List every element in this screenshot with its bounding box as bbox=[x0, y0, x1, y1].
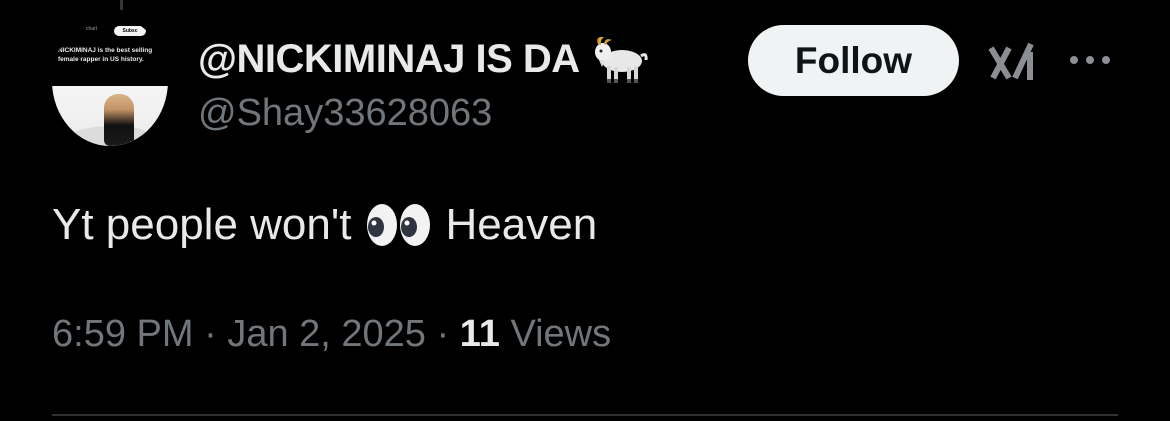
author-display-name[interactable]: @NICKIMINAJ IS DA bbox=[198, 34, 650, 84]
avatar-mini-name: chart bbox=[86, 26, 98, 32]
views-count: 11 bbox=[459, 313, 500, 355]
more-horizontal-icon[interactable] bbox=[1066, 52, 1114, 68]
views-label: Views bbox=[510, 313, 612, 355]
follow-button[interactable]: Follow bbox=[748, 25, 959, 96]
eyes-icon bbox=[366, 204, 430, 246]
avatar-mini-button: Subsc bbox=[114, 26, 146, 36]
meta-separator: · bbox=[204, 313, 217, 355]
avatar-figure bbox=[104, 94, 134, 146]
tweet-date[interactable]: Jan 2, 2025 bbox=[227, 313, 426, 355]
avatar[interactable]: chart Subsc NICKIMINAJ is the best selli… bbox=[52, 16, 168, 146]
goat-icon bbox=[594, 36, 648, 83]
tweet-time[interactable]: 6:59 PM bbox=[52, 313, 194, 355]
tweet-text-before: Yt people won't bbox=[52, 200, 352, 249]
author-handle[interactable]: @Shay33628063 bbox=[198, 92, 492, 135]
author-display-name-text: @NICKIMINAJ IS DA bbox=[198, 36, 580, 81]
avatar-overlay-text: NICKIMINAJ is the best selling female ra… bbox=[58, 47, 153, 63]
grok-icon[interactable] bbox=[987, 38, 1037, 84]
thread-line bbox=[120, 0, 123, 10]
tweet-text-after: Heaven bbox=[445, 200, 598, 249]
meta-separator: · bbox=[436, 313, 450, 355]
tweet-meta: 6:59 PM · Jan 2, 2025 · 11 Views bbox=[52, 313, 611, 356]
divider bbox=[52, 414, 1118, 416]
tweet-text: Yt people won't Heaven bbox=[52, 200, 597, 250]
